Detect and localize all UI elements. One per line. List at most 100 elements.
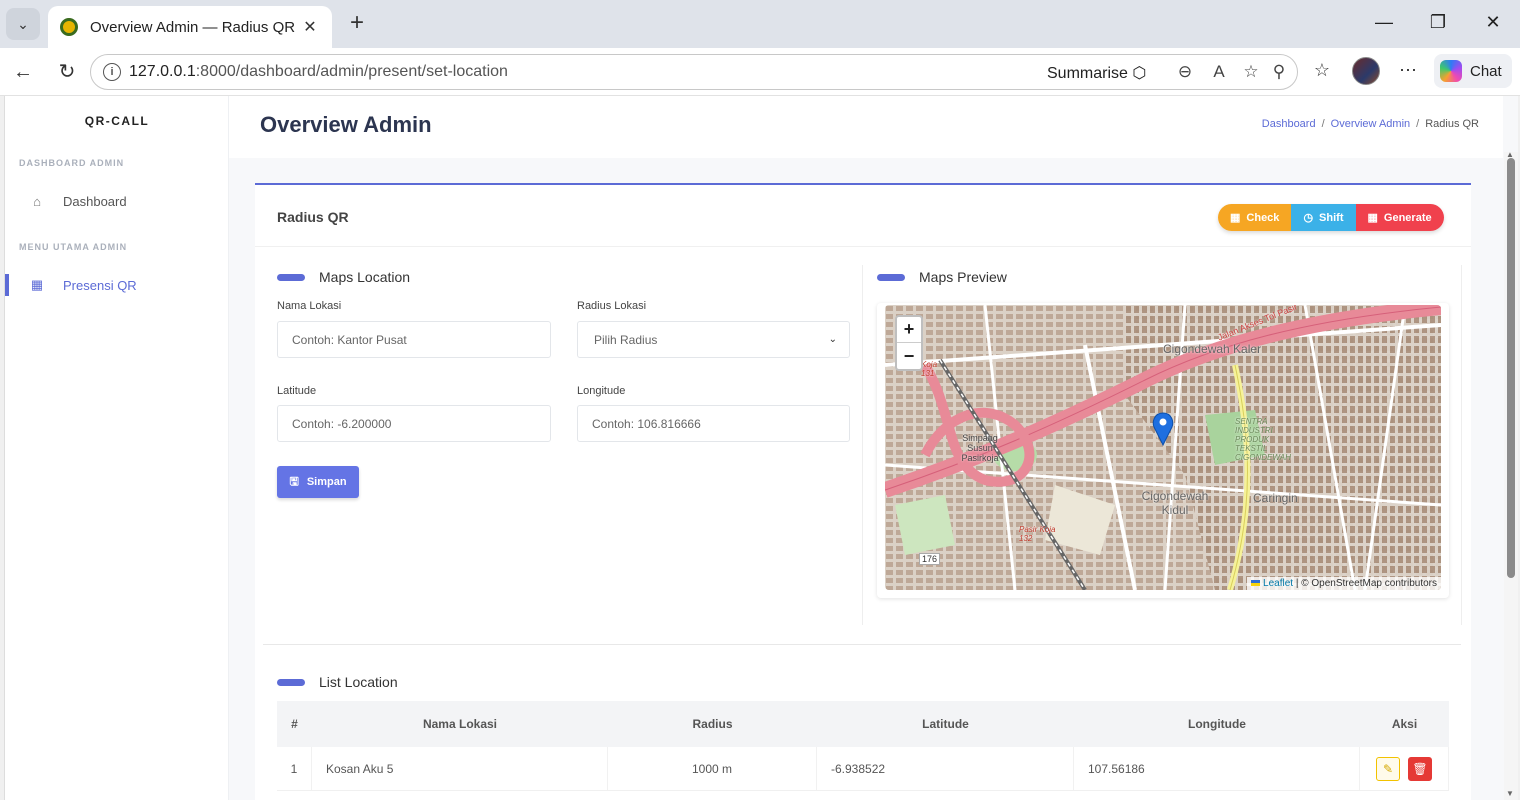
breadcrumb-separator: / [1321,118,1325,130]
qr-grid-icon: ▦ [30,277,44,292]
ukraine-flag-icon [1251,580,1261,586]
maps-preview-heading: Maps Preview [877,269,1007,285]
page-title: Overview Admin [260,112,432,137]
restore-icon[interactable]: ❐ [1426,12,1450,33]
column-divider [862,265,863,625]
action-button-group: ▦ Check ◷ Shift ▦ Generate [1218,204,1444,231]
cell-nama: Kosan Aku 5 [312,747,608,790]
profile-avatar[interactable] [1352,57,1380,85]
browser-tab[interactable]: Overview Admin — Radius QR ✕ [48,6,332,48]
save-icon: 🖫 [289,475,299,488]
longitude-label: Longitude [577,385,626,397]
table-row: 1 Kosan Aku 5 1000 m -6.938522 107.56186… [277,747,1449,791]
section-divider [263,644,1461,645]
map-frame: Cigondewah Kaler Cigondewah Kidul Caring… [877,303,1449,598]
radius-lokasi-select[interactable]: Pilih Radius ⌄ [577,321,850,358]
column-header-number[interactable]: # [277,701,312,747]
sidebar-item-label: Dashboard [63,193,127,209]
more-menu-icon[interactable]: ⋯ [1396,60,1420,81]
cell-actions: ✎ 🗑 [1360,747,1449,790]
sidebar: QR-CALL DASHBOARD ADMIN ⌂ Dashboard MENU… [5,96,229,800]
shift-button[interactable]: ◷ Shift [1291,204,1356,231]
zoom-icon[interactable]: ⊖ [1174,62,1196,82]
cell-number: 1 [277,747,312,790]
cell-radius: 1000 m [608,747,817,790]
sidebar-item-label: Presensi QR [63,277,137,293]
browser-tab-bar: ⌄ Overview Admin — Radius QR ✕ + — ❐ ✕ [0,0,1520,48]
latitude-input[interactable]: Contoh: -6.200000 [277,405,551,442]
section-bar [877,273,905,281]
copilot-chat-button[interactable]: Chat [1434,54,1512,88]
window-close-icon[interactable]: ✕ [1481,12,1505,33]
clock-icon: ◷ [1303,212,1314,224]
home-icon: ⌂ [33,193,41,209]
map-attribution: Leaflet | © OpenStreetMap contributors [1247,577,1441,590]
favorite-star-icon[interactable]: ☆ [1240,62,1262,82]
tab-close-icon[interactable]: ✕ [300,17,320,37]
list-location-heading: List Location [277,674,398,690]
map-label-caringin: Caringin [1253,491,1298,505]
back-arrow-icon[interactable]: ← [10,60,36,84]
minimize-icon[interactable]: — [1372,12,1396,33]
page-header: Overview Admin Dashboard / Overview Admi… [229,96,1503,158]
map-label-sentra: SENTRA INDUSTRI PRODUK TEKSTIL CIGONDEWA… [1235,417,1291,462]
longitude-input[interactable]: Contoh: 106.816666 [577,405,850,442]
brand-logo[interactable]: QR-CALL [5,114,229,128]
map-label-cigondewah-kidul: Cigondewah Kidul [1141,489,1209,517]
map-label-road-176: 176 [919,553,941,565]
section-bar [277,678,305,686]
sidebar-section-dashboard: DASHBOARD ADMIN [19,158,125,168]
breadcrumb-separator: / [1416,118,1420,130]
breadcrumb-dashboard[interactable]: Dashboard [1262,118,1316,130]
nama-lokasi-input[interactable]: Contoh: Kantor Pusat [277,321,551,358]
maps-location-heading: Maps Location [277,269,410,285]
section-bar [277,273,305,281]
card-title: Radius QR [277,209,349,225]
grid-icon: ▦ [1230,212,1241,224]
column-divider-right [1461,265,1462,625]
trash-icon[interactable]: 🗑 [1408,756,1432,781]
nama-lokasi-label: Nama Lokasi [277,300,342,312]
favorites-icon[interactable]: ☆ [1310,60,1334,81]
favicon-icon [60,18,78,36]
leaflet-link[interactable]: Leaflet [1263,578,1293,589]
table-header: # Nama Lokasi Radius Latitude Longitude … [277,701,1449,747]
qr-icon: ▦ [1367,212,1378,224]
tab-title: Overview Admin — Radius QR [90,18,296,36]
column-header-nama[interactable]: Nama Lokasi [312,701,608,747]
browser-toolbar: ← ↻ i 127.0.0.1:8000/dashboard/admin/pre… [0,48,1520,96]
page-scrollbar[interactable]: ▲ ▼ [1504,150,1518,800]
sidebar-item-dashboard[interactable]: ⌂ Dashboard [5,186,229,216]
leaflet-map[interactable]: Cigondewah Kaler Cigondewah Kidul Caring… [885,305,1441,590]
simpan-button[interactable]: 🖫 Simpan [277,466,359,498]
column-header-radius[interactable]: Radius [608,701,817,747]
location-pin-icon[interactable]: ⚲ [1268,62,1290,82]
zoom-out-button[interactable]: − [897,343,921,369]
site-info-icon[interactable]: i [103,63,121,81]
reload-icon[interactable]: ↻ [54,60,80,84]
column-header-latitude[interactable]: Latitude [817,701,1074,747]
cell-latitude: -6.938522 [817,747,1074,790]
radius-qr-card: Radius QR ▦ Check ◷ Shift ▦ Generate Maps L… [255,183,1471,800]
copilot-icon [1440,60,1462,82]
url-text[interactable]: 127.0.0.1:8000/dashboard/admin/present/s… [129,63,508,81]
zoom-in-button[interactable]: + [897,317,921,343]
scroll-down-icon[interactable]: ▼ [1506,789,1514,798]
address-bar[interactable]: i 127.0.0.1:8000/dashboard/admin/present… [90,54,1298,90]
column-header-longitude[interactable]: Longitude [1074,701,1360,747]
summarise-button[interactable]: Summarise ⬡ [1047,63,1146,83]
check-button[interactable]: ▦ Check [1218,204,1292,231]
scroll-thumb[interactable] [1507,158,1515,578]
edit-icon[interactable]: ✎ [1376,756,1400,781]
generate-button[interactable]: ▦ Generate [1355,204,1444,231]
breadcrumb-overview-admin[interactable]: Overview Admin [1331,118,1410,130]
tab-list-chevron-icon[interactable]: ⌄ [6,8,40,40]
summarise-icon: ⬡ [1132,65,1147,82]
map-label-simpang-susun: Simpang Susun Pasirkoja [961,433,999,463]
breadcrumb-current: Radius QR [1425,118,1479,130]
new-tab-icon[interactable]: + [344,10,370,36]
read-aloud-icon[interactable]: A [1208,62,1230,82]
breadcrumb: Dashboard / Overview Admin / Radius QR [1262,118,1479,130]
sidebar-item-presensi-qr[interactable]: ▦ Presensi QR [5,270,229,300]
card-header: Radius QR ▦ Check ◷ Shift ▦ Generate [255,185,1471,247]
